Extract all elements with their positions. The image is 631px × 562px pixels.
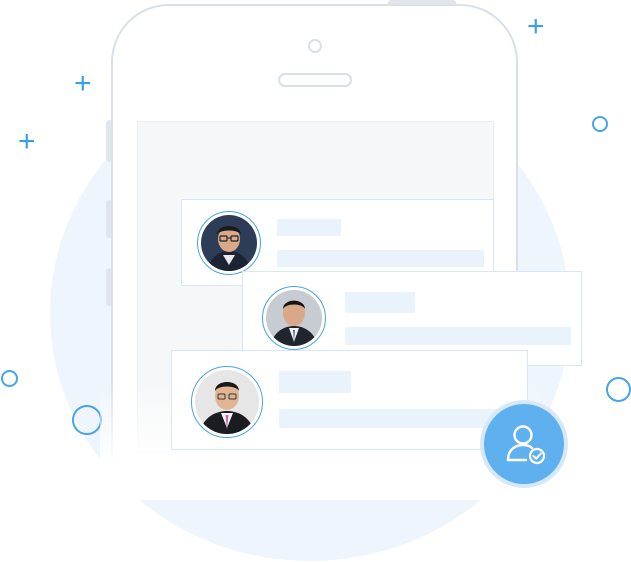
phone-camera [308,39,322,53]
verified-user-badge [484,404,564,484]
plus-icon: + [74,67,92,100]
info-placeholder-bar [345,327,571,345]
user-check-icon [506,425,546,465]
avatar [262,286,326,350]
avatar [191,366,263,438]
person-avatar-tie [195,370,259,434]
phone-speaker [278,73,352,87]
plus-icon: + [527,10,545,43]
plus-icon: + [18,125,36,158]
person-avatar-suit [266,290,322,346]
ring-icon [592,116,608,132]
ring-icon [72,405,102,435]
avatar [197,211,261,275]
info-placeholder-bar [277,250,484,267]
name-placeholder-bar [345,292,415,313]
person-avatar-glasses [201,215,257,271]
ring-icon [606,377,631,402]
contact-card [171,350,528,450]
ring-icon [1,370,18,387]
name-placeholder-bar [279,371,351,393]
name-placeholder-bar [277,219,341,236]
info-placeholder-bar [279,409,517,428]
